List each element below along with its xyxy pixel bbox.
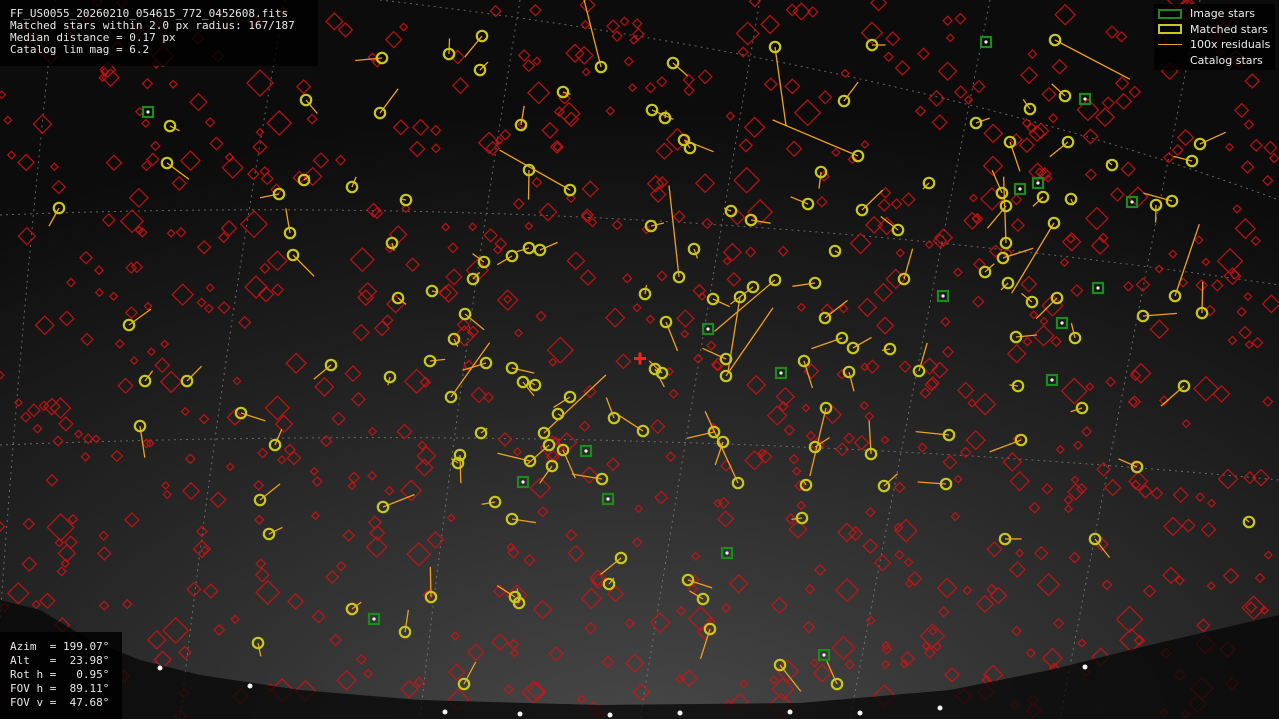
- ground-light: [1082, 664, 1088, 670]
- ground-light: [442, 709, 448, 715]
- altitude-text: Alt = 23.98°: [10, 654, 110, 667]
- image-star-dot: [1060, 321, 1064, 325]
- image-star-dot: [1096, 286, 1100, 290]
- ground-light: [607, 712, 613, 718]
- image-star-dot: [521, 480, 525, 484]
- star-field-view: [0, 0, 1279, 719]
- green-square-icon: [1158, 8, 1182, 19]
- legend-label: Image stars: [1190, 7, 1255, 21]
- legend: Image stars Matched stars 100x residuals…: [1154, 4, 1275, 70]
- image-star-dot: [372, 617, 376, 621]
- fov-v-text: FOV v = 47.68°: [10, 696, 110, 709]
- image-star-dot: [1036, 181, 1040, 185]
- legend-label: Matched stars: [1190, 22, 1268, 36]
- image-star-dot: [146, 110, 150, 114]
- image-star-dot: [1083, 97, 1087, 101]
- orange-line-icon: [1158, 44, 1182, 46]
- catalog-marker-icon: [1158, 55, 1182, 65]
- azimuth-text: Azim = 199.07°: [10, 640, 110, 653]
- image-star-dot: [1130, 200, 1134, 204]
- fov-h-text: FOV h = 89.11°: [10, 682, 110, 695]
- ground-light: [157, 665, 163, 671]
- image-star-dot: [984, 40, 988, 44]
- yellow-square-icon: [1158, 24, 1182, 35]
- pointing-info-panel: Azim = 199.07° Alt = 23.98° Rot h = 0.95…: [0, 632, 122, 719]
- image-star-dot: [584, 449, 588, 453]
- ground-light: [247, 683, 253, 689]
- image-star-dot: [706, 327, 710, 331]
- legend-item-matched-stars: Matched stars: [1158, 22, 1271, 38]
- legend-label: Catalog stars: [1190, 53, 1263, 67]
- catalog-limit-text: Catalog lim mag = 6.2: [10, 43, 150, 56]
- image-star-dot: [1018, 187, 1022, 191]
- fit-info-panel: FF_US0055_20260210_054615_772_0452608.fi…: [0, 0, 318, 66]
- legend-label: 100x residuals: [1190, 38, 1271, 52]
- image-star-dot: [1050, 378, 1054, 382]
- residual-line: [448, 38, 451, 55]
- image-star-dot: [941, 294, 945, 298]
- rotation-text: Rot h = 0.95°: [10, 668, 110, 681]
- ground-light: [937, 705, 943, 711]
- ground-light: [857, 710, 863, 716]
- legend-item-catalog-stars: Catalog stars: [1158, 53, 1271, 69]
- image-star-dot: [822, 653, 826, 657]
- image-star-dot: [606, 497, 610, 501]
- ground-light: [677, 710, 683, 716]
- ground-light: [787, 709, 793, 715]
- ground-light: [517, 711, 523, 717]
- legend-item-image-stars: Image stars: [1158, 6, 1271, 22]
- image-star-dot: [779, 371, 783, 375]
- legend-item-residuals: 100x residuals: [1158, 37, 1271, 53]
- image-star-dot: [725, 551, 729, 555]
